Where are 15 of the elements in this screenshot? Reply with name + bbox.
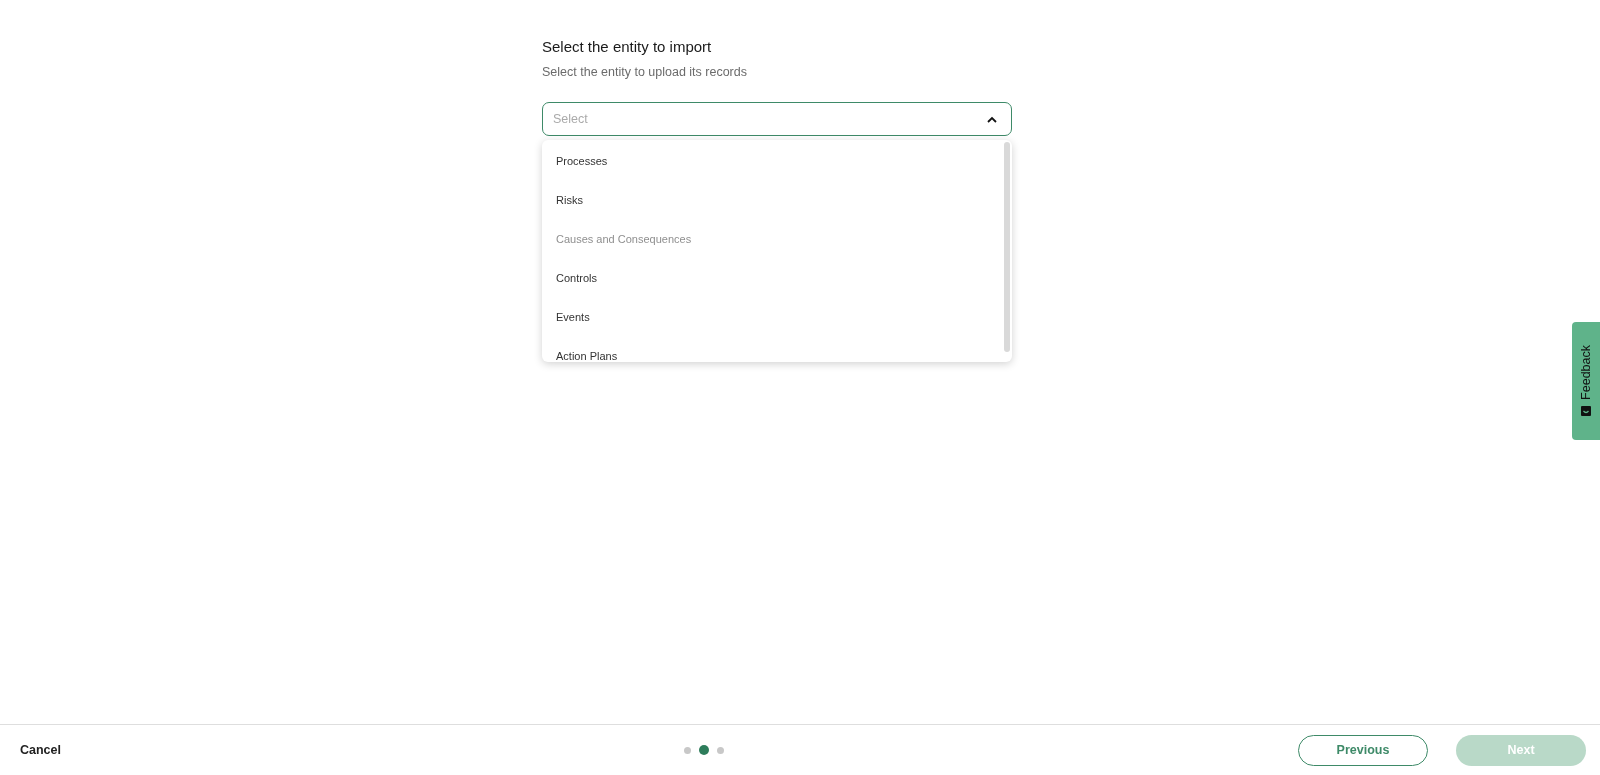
dropdown-option[interactable]: Events (542, 298, 1004, 337)
cancel-button[interactable]: Cancel (20, 743, 61, 757)
feedback-tab[interactable]: Feedback (1572, 322, 1600, 440)
chevron-up-icon (987, 115, 997, 123)
select-placeholder: Select (553, 112, 588, 126)
dropdown-option[interactable]: Action Plans (542, 337, 1004, 362)
feedback-label: Feedback (1579, 344, 1593, 400)
previous-button[interactable]: Previous (1298, 734, 1428, 766)
scrollbar[interactable] (1004, 142, 1010, 352)
dropdown-option[interactable]: Controls (542, 259, 1004, 298)
page-title: Select the entity to import (542, 38, 713, 56)
dropdown-option[interactable]: Risks (542, 181, 1004, 220)
dropdown-option[interactable]: Processes (542, 142, 1004, 181)
smiley-icon (1580, 405, 1592, 418)
page-subtitle: Select the entity to upload its records (542, 64, 748, 80)
